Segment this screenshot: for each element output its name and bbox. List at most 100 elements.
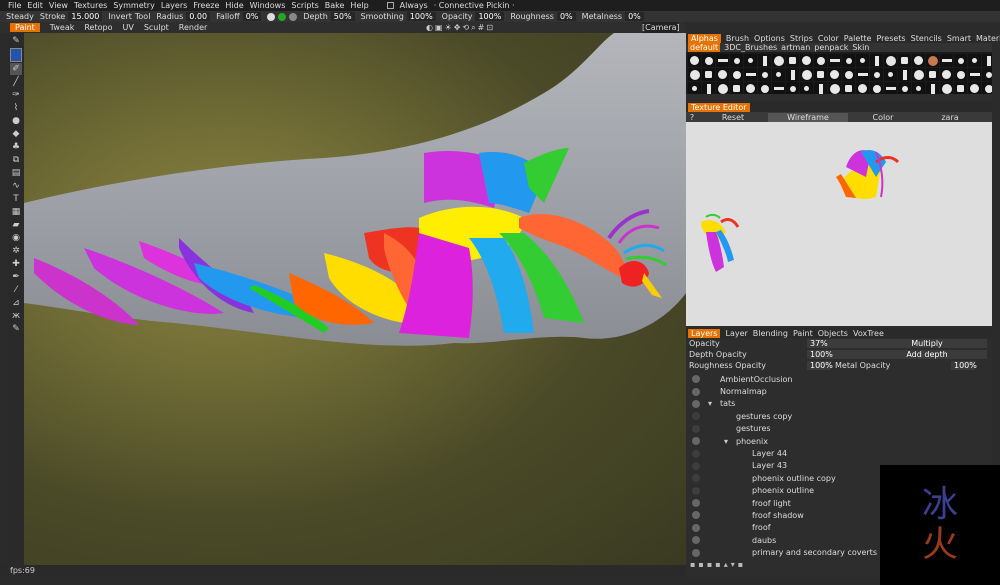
- menu-freeze[interactable]: Freeze: [193, 1, 219, 10]
- eye-icon[interactable]: [692, 474, 700, 483]
- alpha-thumbnail[interactable]: [912, 68, 925, 81]
- swatch-icon[interactable]: [289, 12, 298, 21]
- falloff-option[interactable]: Falloff 0%: [216, 12, 262, 21]
- uv-set-select[interactable]: zara: [918, 113, 982, 122]
- eye-icon[interactable]: [692, 536, 700, 545]
- folder-icon[interactable]: ▪: [707, 560, 712, 570]
- roughness-option[interactable]: Roughness 0%: [510, 12, 576, 21]
- help-button[interactable]: ?: [686, 113, 698, 122]
- alpha-thumbnail[interactable]: [744, 82, 757, 94]
- tab-paint[interactable]: Paint: [793, 329, 813, 338]
- menu-layers[interactable]: Layers: [161, 1, 187, 10]
- alpha-thumbnail[interactable]: [898, 68, 911, 81]
- menu-edit[interactable]: Edit: [27, 1, 43, 10]
- alpha-thumbnail[interactable]: [954, 68, 967, 81]
- texture-preview[interactable]: [686, 122, 992, 326]
- alpha-thumbnail[interactable]: [842, 68, 855, 81]
- clone-icon[interactable]: ⧉: [10, 154, 22, 166]
- tab-retopo[interactable]: Retopo: [84, 23, 112, 32]
- eye-tool-icon[interactable]: ◉: [10, 232, 22, 244]
- layer-row[interactable]: Layer 44: [686, 447, 992, 459]
- stroke-value[interactable]: 15.000: [68, 12, 103, 21]
- layer-row[interactable]: gestures: [686, 423, 992, 435]
- eye-icon[interactable]: [692, 548, 700, 557]
- smoothing-option[interactable]: Smoothing 100%: [361, 12, 436, 21]
- alpha-thumbnail[interactable]: [772, 82, 785, 94]
- fill-icon[interactable]: ◆: [10, 128, 22, 140]
- image-icon[interactable]: ▦: [10, 206, 22, 218]
- menu-bake[interactable]: Bake: [325, 1, 345, 10]
- eye-icon[interactable]: [692, 523, 700, 532]
- eye-icon[interactable]: [692, 449, 700, 458]
- alpha-thumbnail[interactable]: [702, 82, 715, 94]
- color-swatch[interactable]: [10, 48, 22, 62]
- alpha-thumbnail[interactable]: [786, 68, 799, 81]
- alpha-thumbnail[interactable]: [758, 68, 771, 81]
- metalness-value[interactable]: 0%: [625, 12, 644, 21]
- radius-value[interactable]: 0.00: [186, 12, 211, 21]
- eye-icon[interactable]: [692, 387, 700, 396]
- light-icon[interactable]: ☀: [445, 23, 452, 32]
- airbrush-icon[interactable]: ✑: [10, 89, 22, 101]
- tab-alphas[interactable]: Alphas: [688, 33, 721, 43]
- alpha-thumbnail[interactable]: [898, 82, 911, 94]
- layer-row[interactable]: AmbientOcclusion: [686, 373, 992, 385]
- tab-presets[interactable]: Presets: [876, 34, 905, 43]
- roughness-opacity-input[interactable]: 100%: [807, 361, 833, 370]
- swatch-icon[interactable]: [267, 12, 276, 21]
- invert-tool-option[interactable]: Invert Tool: [108, 12, 150, 21]
- alpha-thumbnail[interactable]: [982, 54, 992, 67]
- alpha-thumbnail[interactable]: [758, 82, 771, 94]
- line-tool-icon[interactable]: ╱: [10, 76, 22, 88]
- eye-icon[interactable]: [692, 499, 700, 508]
- layer-icon[interactable]: ▤: [10, 167, 22, 179]
- alpha-thumbnail[interactable]: [828, 82, 841, 94]
- tab-layer[interactable]: Layer: [725, 329, 747, 338]
- alpha-thumbnail[interactable]: [730, 68, 743, 81]
- tab-strips[interactable]: Strips: [790, 34, 813, 43]
- tab-paint[interactable]: Paint: [10, 23, 40, 32]
- alpha-thumbnail[interactable]: [688, 68, 701, 81]
- alpha-thumbnail[interactable]: [716, 68, 729, 81]
- alpha-thumbnail[interactable]: [870, 68, 883, 81]
- layer-row[interactable]: ▾ tats: [686, 398, 992, 410]
- metal-opacity-input[interactable]: 100%: [951, 361, 977, 370]
- new-layer-icon[interactable]: ▪: [690, 560, 695, 570]
- depth-opacity-input[interactable]: 100%: [807, 350, 867, 359]
- alpha-thumbnail[interactable]: [716, 54, 729, 67]
- metalness-option[interactable]: Metalness 0%: [582, 12, 644, 21]
- alpha-thumbnail[interactable]: [800, 82, 813, 94]
- alpha-thumbnail[interactable]: [856, 54, 869, 67]
- alpha-thumbnail[interactable]: [856, 82, 869, 94]
- alpha-thumbnail[interactable]: [702, 68, 715, 81]
- roughness-value[interactable]: 0%: [556, 12, 576, 21]
- brush-set-skin[interactable]: Skin: [852, 43, 869, 52]
- tab-materials[interactable]: Materials: [976, 34, 1000, 43]
- alpha-thumbnail[interactable]: [772, 68, 785, 81]
- blur-icon[interactable]: ●: [10, 115, 22, 127]
- alpha-thumbnail[interactable]: [814, 68, 827, 81]
- move-down-icon[interactable]: ▾: [731, 560, 735, 570]
- pick-icon[interactable]: ✚: [10, 258, 22, 270]
- alpha-thumbnail[interactable]: [688, 54, 701, 67]
- alpha-thumbnail[interactable]: [786, 54, 799, 67]
- tab-objects[interactable]: Objects: [818, 329, 848, 338]
- tab-layers[interactable]: Layers: [688, 328, 721, 338]
- eye-icon[interactable]: [692, 486, 700, 495]
- camera-selector[interactable]: [Camera]: [642, 22, 680, 33]
- merge-icon[interactable]: ▪: [715, 560, 720, 570]
- alpha-thumbnail[interactable]: [954, 82, 967, 94]
- menu-scripts[interactable]: Scripts: [291, 1, 318, 10]
- eye-icon[interactable]: [692, 375, 700, 384]
- eye-icon[interactable]: [692, 461, 700, 470]
- smudge-icon[interactable]: ⌇: [10, 102, 22, 114]
- copy-layer-icon[interactable]: ▪: [698, 560, 703, 570]
- alpha-thumbnail[interactable]: [772, 54, 785, 67]
- alpha-thumbnail[interactable]: [814, 82, 827, 94]
- radius-option[interactable]: Radius 0.00: [156, 12, 211, 21]
- layer-row[interactable]: gestures copy: [686, 410, 992, 422]
- alpha-thumbnail[interactable]: [912, 82, 925, 94]
- rotate-icon[interactable]: ⟲: [462, 23, 469, 32]
- eye-icon[interactable]: [692, 437, 700, 446]
- alpha-thumbnail[interactable]: [926, 68, 939, 81]
